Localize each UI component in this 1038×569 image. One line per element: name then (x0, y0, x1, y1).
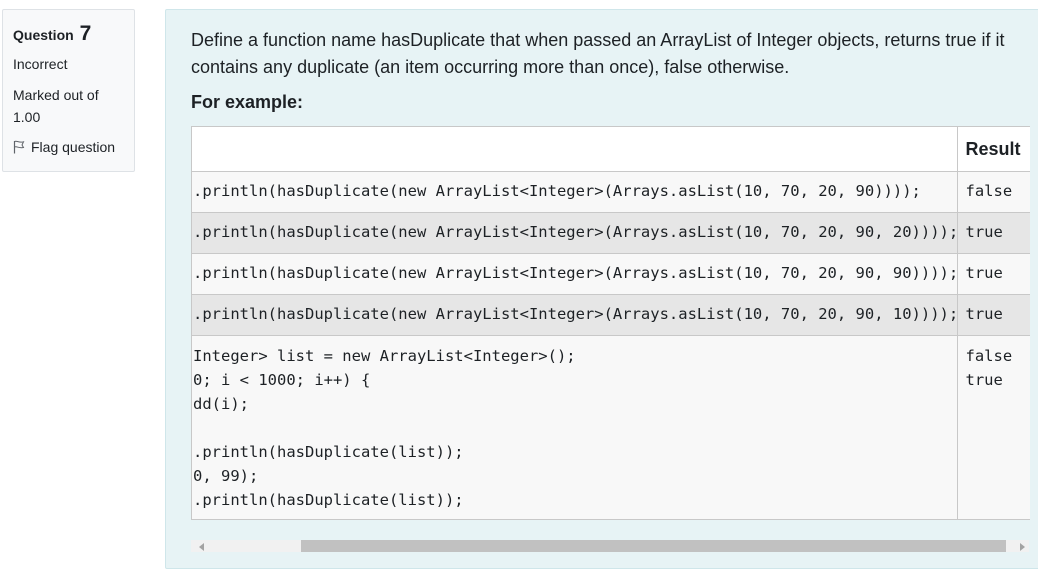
test-code: .println(hasDuplicate(new ArrayList<Inte… (192, 171, 957, 213)
table-row: .println(hasDuplicate(new ArrayList<Inte… (192, 294, 1030, 336)
test-code: .println(hasDuplicate(new ArrayList<Inte… (192, 294, 957, 336)
flag-question-button[interactable]: Flag question (13, 139, 124, 155)
scroll-left-icon[interactable] (199, 543, 204, 551)
question-state: Incorrect (13, 56, 68, 72)
question-label: Question (13, 27, 74, 43)
scroll-right-icon[interactable] (1020, 543, 1025, 551)
table-row: .println(hasDuplicate(new ArrayList<Inte… (192, 253, 1030, 295)
examples-table-wrapper[interactable]: Result .println(hasDuplicate(new ArrayLi… (191, 126, 1030, 520)
table-row: Integer> list = new ArrayList<Integer>()… (192, 335, 1030, 519)
test-result: true (956, 253, 1030, 295)
question-text: Define a function name hasDuplicate that… (191, 30, 1005, 77)
question-content: Define a function name hasDuplicate that… (165, 9, 1038, 569)
grade-value: 1.00 (13, 109, 41, 125)
examples-table: Result .println(hasDuplicate(new ArrayLi… (192, 127, 1030, 519)
test-result: false (956, 171, 1030, 213)
table-row: .println(hasDuplicate(new ArrayList<Inte… (192, 212, 1030, 254)
test-code: Integer> list = new ArrayList<Integer>()… (192, 335, 957, 519)
table-header-row: Result (192, 127, 1030, 172)
test-code: .println(hasDuplicate(new ArrayList<Inte… (192, 253, 957, 295)
grade-label: Marked out of (13, 87, 99, 103)
flag-question-label: Flag question (31, 139, 116, 155)
question-info-panel: Question 7 Incorrect Marked out of 1.00 … (2, 9, 135, 172)
test-result: false true (956, 335, 1030, 519)
header-test (192, 127, 957, 172)
header-result: Result (956, 127, 1030, 172)
example-heading: For example: (191, 92, 304, 112)
question-grade: Marked out of 1.00 (13, 84, 124, 128)
scrollbar-thumb[interactable] (301, 540, 1006, 552)
question-number-value: 7 (79, 22, 92, 45)
table-row: .println(hasDuplicate(new ArrayList<Inte… (192, 171, 1030, 213)
test-result: true (956, 212, 1030, 254)
test-code: .println(hasDuplicate(new ArrayList<Inte… (192, 212, 957, 254)
test-result: true (956, 294, 1030, 336)
horizontal-scrollbar[interactable] (191, 540, 1029, 552)
flag-outline-icon (13, 140, 25, 154)
question-number: Question 7 (13, 22, 124, 46)
